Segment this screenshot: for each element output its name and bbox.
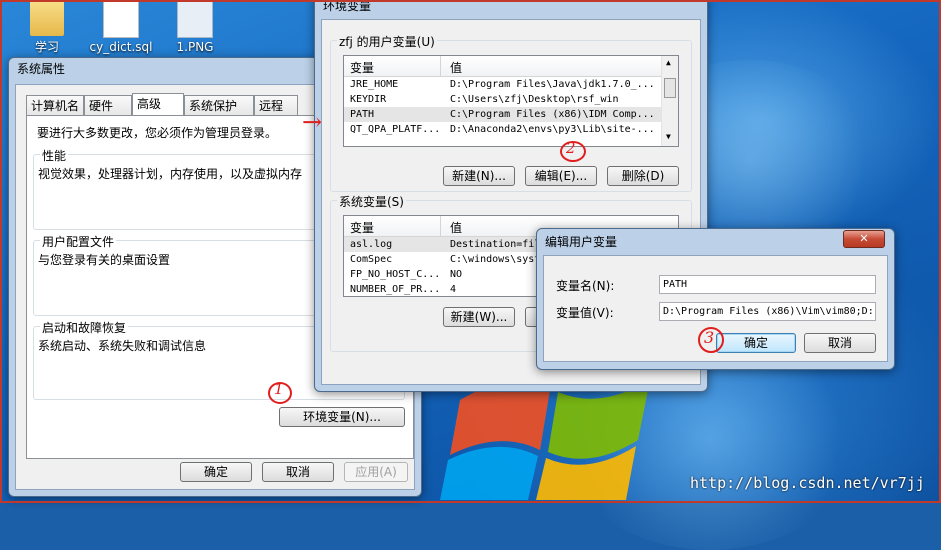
system-variables-legend: 系统变量(S) [337, 193, 406, 210]
user-profiles-legend: 用户配置文件 [40, 233, 117, 250]
window-title: 环境变量 [323, 0, 372, 13]
edit-cancel-button[interactable]: 取消 [804, 333, 876, 353]
variable-value-field[interactable]: D:\Program Files (x86)\Vim\vim80;D: [659, 302, 876, 321]
column-header-variable[interactable]: 变量 [350, 59, 374, 76]
variable-value: 4 [450, 284, 457, 295]
variable-name-label: 变量名(N): [556, 279, 615, 293]
variable-name-field[interactable]: PATH [659, 275, 876, 294]
variable-value-label: 变量值(V): [556, 306, 614, 320]
variable-value: D:\Program Files\Java\jdk1.7.0_... [450, 79, 655, 90]
annotation-step-2: 2 [566, 139, 576, 157]
user-profiles-desc: 与您登录有关的桌面设置 [38, 253, 171, 267]
vertical-scrollbar[interactable]: ▲ ▼ [661, 56, 678, 146]
system-new-button[interactable]: 新建(W)... [443, 307, 515, 327]
variable-name: QT_QPA_PLATF... [350, 124, 441, 135]
desktop-icon-label: cy_dict.sql [89, 40, 153, 54]
variable-name: PATH [350, 109, 375, 120]
watermark: http://blog.csdn.net/vr7jj [690, 474, 925, 492]
ok-button[interactable]: 确定 [180, 462, 252, 482]
user-edit-button[interactable]: 编辑(E)... [525, 166, 597, 186]
annotation-step-3: 3 [704, 328, 715, 347]
list-row[interactable]: QT_QPA_PLATF... D:\Anaconda2\envs\py3\Li… [344, 122, 662, 137]
annotation-step-1: 1 [274, 380, 284, 398]
variable-value: C:\Program Files (x86)\IDM Comp... [450, 109, 655, 120]
tab-computer-name[interactable]: 计算机名 [26, 95, 84, 115]
user-variables-list[interactable]: 变量 值 JRE_HOME D:\Program Files\Java\jdk1… [343, 55, 679, 147]
desktop-icon-png[interactable]: 1.PNG [160, 0, 230, 54]
performance-legend: 性能 [40, 147, 69, 164]
close-button[interactable]: ✕ [843, 230, 885, 248]
variable-name: KEYDIR [350, 94, 387, 105]
variable-value: D:\Anaconda2\envs\py3\Lib\site-... [450, 124, 655, 135]
image-file-icon [177, 0, 213, 38]
document-icon [103, 0, 139, 38]
user-variables-legend: zfj 的用户变量(U) [337, 33, 437, 50]
tab-advanced[interactable]: 高级 [132, 93, 184, 115]
user-delete-button[interactable]: 删除(D) [607, 166, 679, 186]
startup-recovery-desc: 系统启动、系统失败和调试信息 [38, 339, 207, 353]
admin-note: 要进行大多数更改，您必须作为管理员登录。 [37, 126, 278, 140]
desktop-icon-cy-dict[interactable]: cy_dict.sql [86, 0, 156, 54]
list-header: 变量 值 [344, 56, 678, 77]
tab-system-protection[interactable]: 系统保护 [184, 95, 254, 115]
performance-desc: 视觉效果，处理器计划，内存使用，以及虚拟内存 [38, 167, 303, 181]
tab-hardware[interactable]: 硬件 [84, 95, 132, 115]
environment-variables-button[interactable]: 环境变量(N)... [279, 407, 405, 427]
list-row[interactable]: JRE_HOME D:\Program Files\Java\jdk1.7.0_… [344, 77, 662, 92]
variable-name: JRE_HOME [350, 79, 399, 90]
column-header-variable[interactable]: 变量 [350, 219, 374, 236]
user-new-button[interactable]: 新建(N)... [443, 166, 515, 186]
column-header-value[interactable]: 值 [450, 59, 462, 76]
edit-ok-button[interactable]: 确定 [716, 333, 796, 353]
variable-name: asl.log [350, 239, 393, 250]
list-row-selected[interactable]: PATH C:\Program Files (x86)\IDM Comp... [344, 107, 662, 122]
dialog-title: 编辑用户变量 [545, 235, 618, 249]
user-variables-group: zfj 的用户变量(U) 变量 值 JRE_HOME D:\Program Fi… [330, 33, 692, 192]
annotation-arrow: → [302, 108, 323, 136]
list-row[interactable]: KEYDIR C:\Users\zfj\Desktop\rsf_win [344, 92, 662, 107]
apply-button[interactable]: 应用(A) [344, 462, 408, 482]
column-header-value[interactable]: 值 [450, 219, 462, 236]
variable-value: Destination=file [450, 239, 547, 250]
desktop-icon-study[interactable]: 学习 [12, 0, 82, 55]
variable-name: ComSpec [350, 254, 393, 265]
variable-value: NO [450, 269, 463, 280]
variable-value: C:\Users\zfj\Desktop\rsf_win [450, 94, 619, 105]
cancel-button[interactable]: 取消 [262, 462, 334, 482]
desktop-icon-label: 1.PNG [176, 40, 214, 54]
desktop-icon-label: 学习 [34, 40, 59, 54]
tab-remote[interactable]: 远程 [254, 95, 298, 115]
variable-name: FP_NO_HOST_C... [350, 269, 441, 280]
folder-icon [30, 0, 64, 36]
variable-name: NUMBER_OF_PR... [350, 284, 441, 295]
startup-recovery-legend: 启动和故障恢复 [40, 319, 129, 336]
